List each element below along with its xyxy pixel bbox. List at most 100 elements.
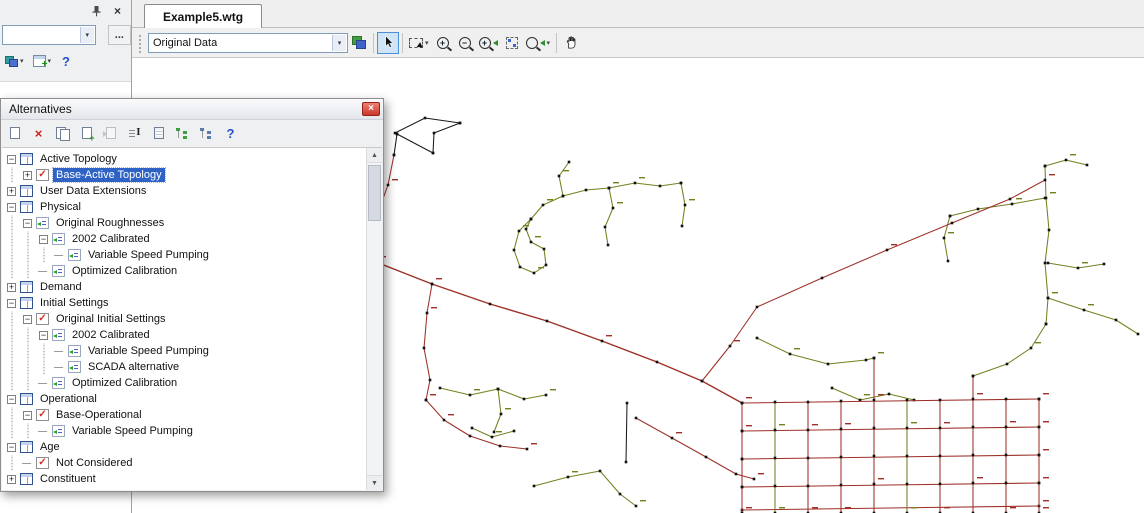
new-child-button[interactable]: [76, 123, 97, 143]
pan-button[interactable]: [560, 32, 582, 54]
check-icon: ✓: [36, 457, 49, 469]
tree-item-optimized-calibration[interactable]: Optimized Calibration: [4, 263, 366, 279]
tree-item-base-active-topology[interactable]: + ✓ Base-Active Topology: [4, 167, 366, 183]
panel-help-button[interactable]: ?: [57, 51, 75, 71]
zoom-previous-icon: [525, 36, 538, 49]
alt-icon: [52, 377, 65, 389]
left-dock-header: × ▾ ... ▾ ▾ ?: [0, 0, 131, 82]
tree-item-label: Variable Speed Pumping: [72, 425, 193, 437]
zoom-extents-button[interactable]: [501, 32, 523, 54]
tree-expander[interactable]: −: [7, 154, 16, 164]
tree-item-physical[interactable]: − Physical: [4, 199, 366, 215]
tree-expander[interactable]: −: [23, 314, 32, 324]
chevron-down-icon[interactable]: ▾: [79, 27, 94, 43]
tree-item-label: 2002 Calibrated: [72, 329, 150, 341]
scrollbar-thumb[interactable]: [368, 165, 381, 221]
report-button[interactable]: [148, 123, 169, 143]
tree-item-operational[interactable]: − Operational: [4, 391, 366, 407]
tree-item-label: Operational: [40, 393, 97, 405]
tree-item-constituent[interactable]: + Constituent: [4, 471, 366, 487]
alternatives-tree: − Active Topology + ✓ Base-Active Topology + U…: [2, 148, 366, 490]
tree-item-optimized-calibration[interactable]: Optimized Calibration: [4, 375, 366, 391]
tree-item-base-operational[interactable]: − ✓ Base-Operational: [4, 407, 366, 423]
symbology-button[interactable]: [348, 32, 370, 54]
tree-expander[interactable]: −: [39, 234, 48, 244]
tree-expander[interactable]: −: [7, 394, 16, 404]
expand-all-button[interactable]: [172, 123, 193, 143]
selection-tools-button[interactable]: ▾: [406, 32, 432, 54]
tree-guide: [4, 407, 20, 423]
zoom-in-button[interactable]: +: [432, 32, 454, 54]
topology-icon: [20, 297, 33, 309]
tree-item-variable-speed-pumping[interactable]: Variable Speed Pumping: [4, 423, 366, 439]
new-page-icon: [9, 127, 20, 139]
zoom-previous-button[interactable]: ▾: [523, 32, 554, 54]
tree-item-variable-speed-pumping[interactable]: Variable Speed Pumping: [4, 343, 366, 359]
rename-button[interactable]: [124, 123, 145, 143]
tree-item-initial-settings[interactable]: − Initial Settings: [4, 295, 366, 311]
zoom-extents-icon: [505, 36, 518, 49]
merge-icon: [102, 127, 116, 139]
close-icon[interactable]: ×: [114, 5, 121, 17]
collapse-all-button[interactable]: [196, 123, 217, 143]
report-icon: [153, 127, 164, 139]
document-tab-bar: Example5.wtg: [132, 0, 1144, 28]
help-icon: ?: [226, 125, 235, 141]
dialog-title: Alternatives: [9, 102, 72, 116]
tree-expander[interactable]: −: [39, 330, 48, 340]
tree-guide: [20, 247, 36, 263]
tree-expander[interactable]: −: [23, 410, 32, 420]
zoom-out-button[interactable]: −: [454, 32, 476, 54]
tree-expander[interactable]: +: [23, 170, 32, 180]
tree-item-user-data-extensions[interactable]: + User Data Extensions: [4, 183, 366, 199]
tree-item-label: Optimized Calibration: [72, 377, 178, 389]
scroll-up-button[interactable]: ▲: [367, 148, 382, 163]
tree-item-2002-calibrated[interactable]: − 2002 Calibrated: [4, 327, 366, 343]
scenario-combobox[interactable]: Original Data ▾: [148, 32, 348, 53]
tree-expander[interactable]: −: [7, 202, 16, 212]
new-child-icon: [81, 127, 95, 143]
zoom-window-button[interactable]: +: [476, 32, 501, 54]
topology-icon: [20, 153, 33, 165]
tree-item-original-initial-settings[interactable]: − ✓ Original Initial Settings: [4, 311, 366, 327]
tree-expander[interactable]: −: [7, 298, 16, 308]
tree-item-active-topology[interactable]: − Active Topology: [4, 151, 366, 167]
tab-example5[interactable]: Example5.wtg: [144, 4, 263, 28]
options-dropdown-button[interactable]: ▾: [2, 51, 27, 71]
duplicate-button[interactable]: [52, 123, 73, 143]
tree-guide: [36, 247, 52, 263]
toolbar-grip[interactable]: [138, 32, 143, 53]
tree-item-scada-alternative[interactable]: SCADA alternative: [4, 359, 366, 375]
ellipsis-button[interactable]: ...: [107, 25, 131, 45]
new-item-dropdown-button[interactable]: ▾: [30, 51, 55, 71]
scroll-down-button[interactable]: ▼: [367, 475, 382, 490]
panel-combobox[interactable]: ▾: [2, 25, 96, 45]
tree-item-demand[interactable]: + Demand: [4, 279, 366, 295]
tree-item-original-roughnesses[interactable]: − Original Roughnesses: [4, 215, 366, 231]
new-alternative-button[interactable]: [4, 123, 25, 143]
tree-leaf-connector: [52, 343, 68, 359]
tree-leaf-connector: [20, 455, 36, 471]
tree-item-label: User Data Extensions: [40, 185, 147, 197]
tree-expander[interactable]: +: [7, 186, 16, 196]
select-tool-button[interactable]: [377, 31, 399, 54]
delete-button[interactable]: ×: [28, 123, 49, 143]
chevron-down-icon[interactable]: ▾: [332, 34, 346, 51]
tree-expander[interactable]: +: [7, 474, 16, 484]
tree-item-not-considered[interactable]: ✓ Not Considered: [4, 455, 366, 471]
help-button[interactable]: ?: [220, 123, 241, 143]
scenario-value: Original Data: [153, 36, 218, 49]
tree-leaf-connector: [36, 423, 52, 439]
tree-expander[interactable]: +: [7, 282, 16, 292]
tree-item-age[interactable]: − Age: [4, 439, 366, 455]
tree-item-2002-calibrated[interactable]: − 2002 Calibrated: [4, 231, 366, 247]
dialog-titlebar[interactable]: Alternatives ×: [1, 99, 383, 120]
dialog-close-button[interactable]: ×: [362, 102, 380, 116]
vertical-scrollbar[interactable]: ▲ ▼: [366, 148, 382, 490]
alternatives-toolbar: × ?: [1, 120, 383, 146]
tree-expander[interactable]: −: [23, 218, 32, 228]
tree-item-variable-speed-pumping[interactable]: Variable Speed Pumping: [4, 247, 366, 263]
pin-icon[interactable]: [91, 5, 102, 17]
tree-expander[interactable]: −: [7, 442, 16, 452]
dock-caption-bar[interactable]: ×: [0, 0, 131, 22]
